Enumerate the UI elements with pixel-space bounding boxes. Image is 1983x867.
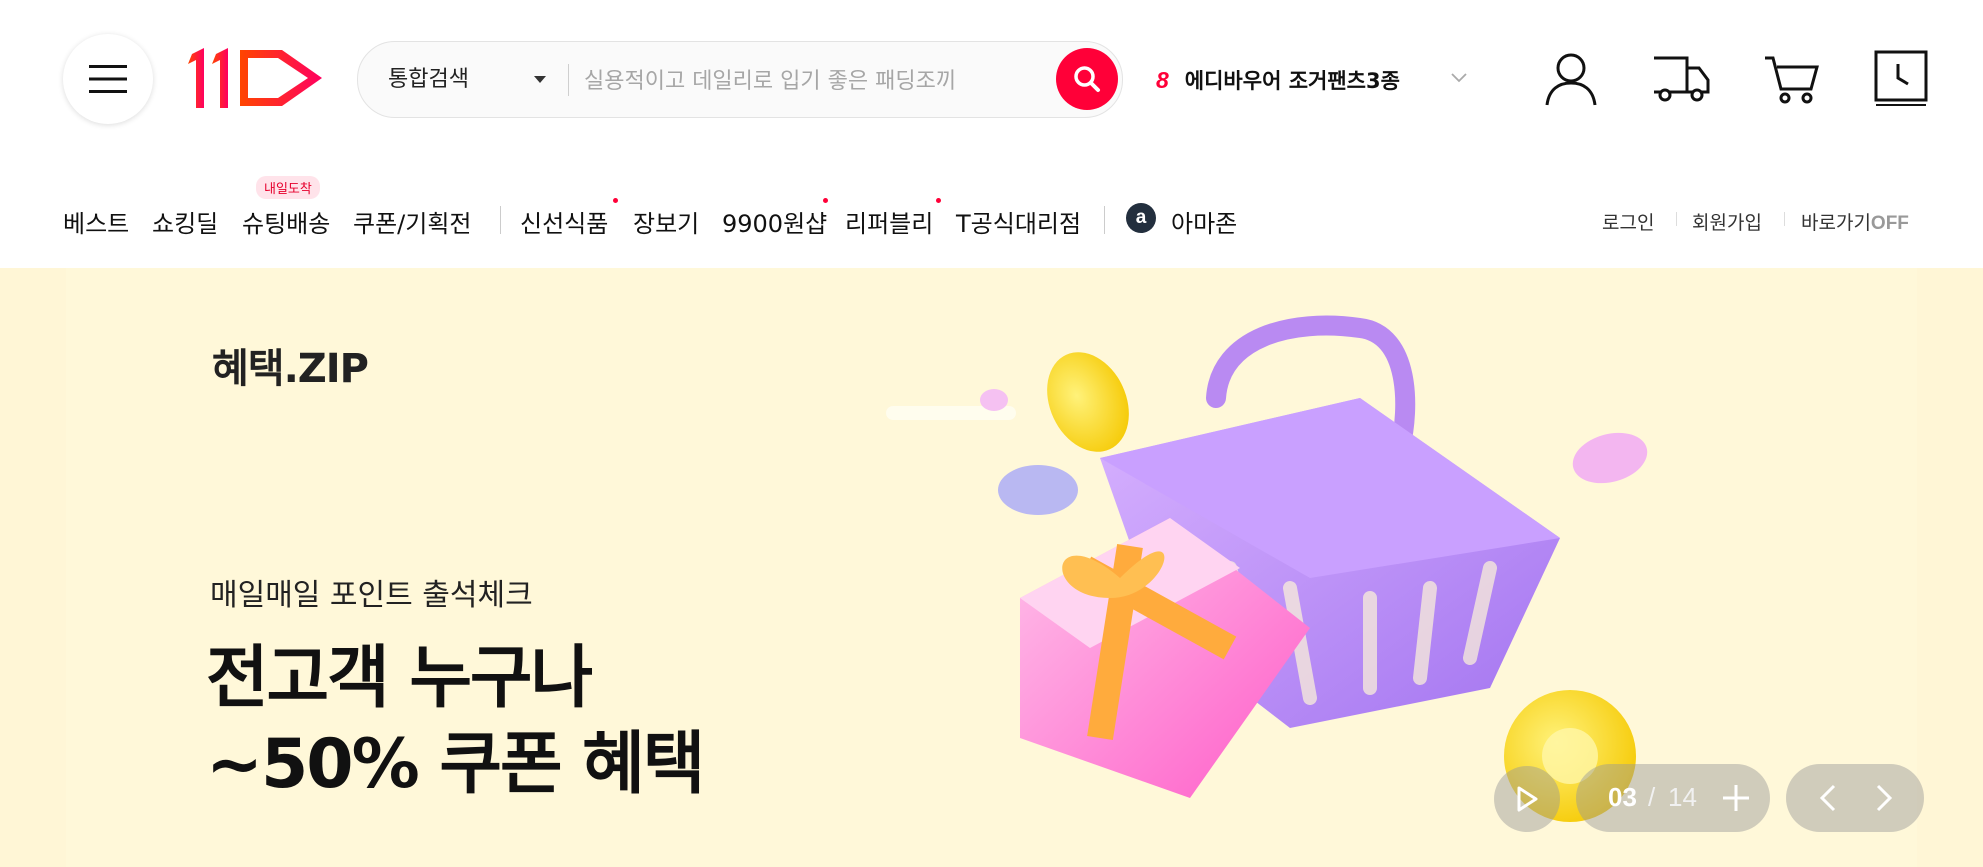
new-dot [936, 198, 941, 203]
nav-item-refurb[interactable]: 리퍼블리 [845, 204, 933, 239]
bubble-pink-right [1572, 432, 1648, 484]
promo-logo: 혜택.ZIP [212, 346, 369, 392]
menu-button[interactable] [63, 34, 153, 124]
trending-rank: 8 [1156, 66, 1169, 93]
header: 통합검색 8 에디바우어 조거팬츠3종 [0, 0, 1983, 169]
slide-prev-button[interactable] [1810, 780, 1846, 816]
search-input[interactable] [582, 56, 1026, 106]
promo-title-line2: ~50% 쿠폰 혜택 [206, 725, 705, 804]
trending-keyword-text: 에디바우어 조거팬츠3종 [1184, 69, 1400, 93]
new-dot [613, 198, 618, 203]
search-icon [1074, 66, 1100, 92]
trending-keyword[interactable]: 8 에디바우어 조거팬츠3종 [1156, 60, 1400, 100]
slide-nav [1786, 764, 1924, 832]
truck-icon [1654, 56, 1710, 102]
recent-view-button[interactable] [1868, 46, 1934, 112]
delivery-button[interactable] [1648, 46, 1714, 112]
signup-link[interactable]: 회원가입 [1692, 208, 1762, 235]
slide-next-button[interactable] [1866, 780, 1902, 816]
slide-counter: 03 / 14 [1576, 764, 1770, 832]
search-category-select[interactable]: 통합검색 [388, 42, 469, 117]
promo-subtitle: 매일매일 포인트 출석체크 [210, 578, 533, 613]
shortcut-label: 바로가기 [1801, 212, 1871, 234]
promo-title-line1: 전고객 누구나 [206, 639, 593, 718]
shortcut-toggle[interactable]: 바로가기OFF [1801, 208, 1909, 235]
search-divider [568, 64, 569, 96]
slide-current: 03 [1608, 782, 1637, 812]
plus-icon[interactable] [1720, 782, 1752, 814]
nav-item-fresh-food[interactable]: 신선식품 [520, 204, 608, 239]
nav-separator [1104, 206, 1105, 234]
chevron-down-icon[interactable] [1450, 72, 1468, 84]
util-separator [1784, 212, 1785, 226]
nav-item-t-dealer[interactable]: T공식대리점 [956, 204, 1081, 239]
user-icon [1545, 53, 1597, 106]
nav-item-9900-shop[interactable]: 9900원샵 [722, 204, 827, 239]
main-nav: 베스트 쇼킹딜 내일도착 슈팅배송 쿠폰/기획전 신선식품 장보기 9900원샵… [0, 168, 1983, 269]
promo-banner[interactable]: 혜택.ZIP 매일매일 포인트 출석체크 전고객 누구나 ~50% 쿠폰 혜택 [0, 268, 1983, 867]
my-page-button[interactable] [1538, 46, 1604, 112]
logo-11st[interactable] [186, 46, 328, 110]
recent-view-icon [1874, 50, 1928, 106]
cart-button[interactable] [1758, 46, 1824, 112]
promo-title: 전고객 누구나 ~50% 쿠폰 혜택 [206, 636, 705, 808]
slide-total: 14 [1668, 782, 1697, 812]
cart-icon [1765, 56, 1819, 104]
nav-item-best[interactable]: 베스트 [63, 204, 129, 239]
nav-item-grocery[interactable]: 장보기 [633, 204, 699, 239]
chevron-right-icon [1876, 784, 1893, 812]
nav-item-shocking-deal[interactable]: 쇼킹딜 [152, 204, 218, 239]
nav-badge-tomorrow: 내일도착 [256, 176, 320, 199]
shortcut-state: OFF [1870, 213, 1909, 234]
bubble-pink-small [980, 389, 1008, 411]
slide-play-button[interactable] [1494, 766, 1560, 832]
caret-down-icon[interactable] [534, 76, 546, 83]
nav-item-coupon[interactable]: 쿠폰/기획전 [353, 204, 472, 239]
nav-item-amazon[interactable]: 아마존 [1171, 204, 1237, 239]
hamburger-icon [89, 65, 127, 93]
nav-item-shooting-delivery[interactable]: 슈팅배송 [242, 204, 330, 239]
nav-separator [500, 206, 501, 234]
util-separator [1676, 212, 1677, 226]
slide-separator: / [1648, 782, 1656, 812]
search-button[interactable] [1056, 48, 1118, 110]
coin-gold-top [1047, 352, 1129, 452]
new-dot [823, 198, 828, 203]
amazon-logo-icon[interactable]: a [1126, 203, 1156, 233]
search-bar: 통합검색 [357, 41, 1123, 118]
login-link[interactable]: 로그인 [1602, 208, 1654, 235]
bubble-blue [998, 465, 1078, 515]
chevron-left-icon [1819, 784, 1836, 812]
play-icon [1517, 786, 1538, 812]
